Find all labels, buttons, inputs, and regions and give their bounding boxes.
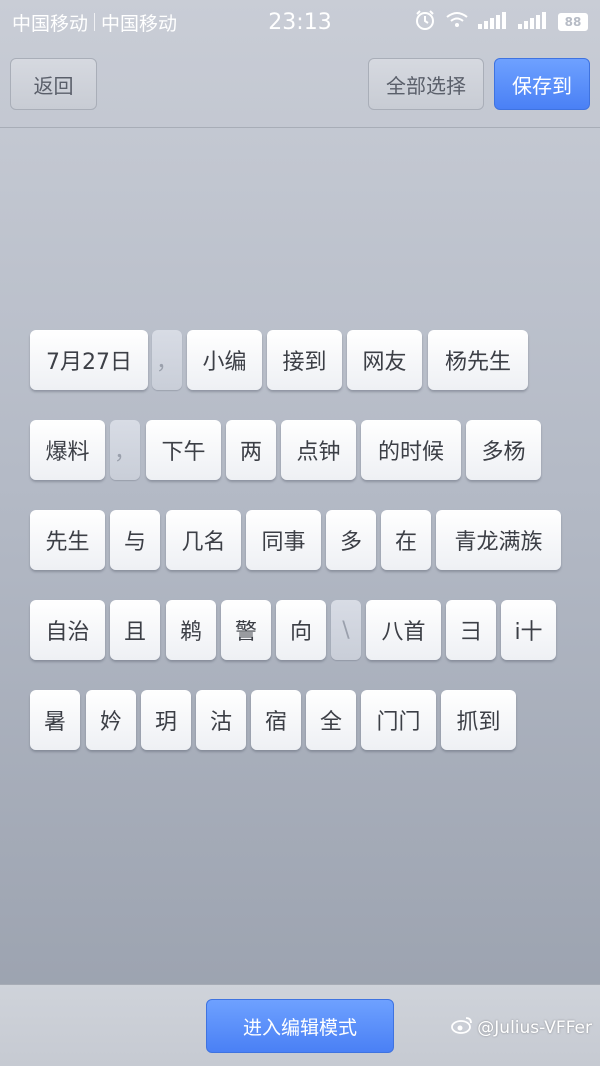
save-to-button[interactable]: 保存到 <box>494 58 590 110</box>
word-token[interactable]: 沽 <box>196 690 246 750</box>
battery-indicator: 88 <box>558 13 588 31</box>
word-token[interactable]: 多 <box>326 510 376 570</box>
wifi-icon <box>446 11 468 34</box>
word-token[interactable]: 几名 <box>166 510 241 570</box>
top-toolbar: 返回 全部选择 保存到 <box>0 44 600 128</box>
word-token[interactable]: ， <box>152 330 182 390</box>
word-token[interactable]: 接到 <box>267 330 342 390</box>
word-token[interactable]: 同事 <box>246 510 321 570</box>
word-token[interactable]: 青龙满族 <box>436 510 561 570</box>
word-token[interactable]: i十 <box>501 600 556 660</box>
word-token[interactable]: 宿 <box>251 690 301 750</box>
word-token[interactable]: 抓到 <box>441 690 516 750</box>
word-token[interactable]: 小编 <box>187 330 262 390</box>
word-token[interactable]: 先生 <box>30 510 105 570</box>
carrier-separator <box>94 13 96 31</box>
word-token[interactable]: ， <box>110 420 140 480</box>
word-token[interactable]: 全 <box>306 690 356 750</box>
word-token[interactable]: 网友 <box>347 330 422 390</box>
signal-icon-2 <box>518 11 548 34</box>
word-token[interactable]: 玥 <box>141 690 191 750</box>
word-token[interactable]: 爆料 <box>30 420 105 480</box>
word-token[interactable]: 暑 <box>30 690 80 750</box>
word-token[interactable]: 鹈 <box>166 600 216 660</box>
watermark-text: @Julius-VFFer <box>477 1017 592 1038</box>
word-token[interactable]: 点钟 <box>281 420 356 480</box>
alarm-icon <box>414 9 436 36</box>
word-token[interactable]: \ <box>331 600 361 660</box>
word-token[interactable]: 在 <box>381 510 431 570</box>
word-token[interactable]: 八首 <box>366 600 441 660</box>
token-area: 7月27日，小编 接到 网友 杨先生 爆料，下午两点钟 的时候 多杨 先生与几名 同事多在青龙满… <box>0 128 600 984</box>
watermark: @Julius-VFFer <box>451 1016 592 1039</box>
edit-mode-button[interactable]: 进入编辑模式 <box>206 999 394 1053</box>
carrier-2: 中国移动 <box>101 12 178 35</box>
word-token[interactable]: 杨先生 <box>428 330 528 390</box>
select-all-button[interactable]: 全部选择 <box>368 58 484 110</box>
word-token[interactable]: 两 <box>226 420 276 480</box>
word-token[interactable]: 警 <box>221 600 271 660</box>
word-token[interactable]: 7月27日 <box>30 330 148 390</box>
weibo-icon <box>451 1016 473 1039</box>
status-bar: 中国移动 中国移动 23:13 88 <box>0 0 600 44</box>
signal-icon-1 <box>478 11 508 34</box>
word-token[interactable]: 下午 <box>146 420 221 480</box>
word-token[interactable]: 彐 <box>446 600 496 660</box>
word-token[interactable]: 且 <box>110 600 160 660</box>
word-token[interactable]: 的时候 <box>361 420 461 480</box>
word-token[interactable]: 自治 <box>30 600 105 660</box>
status-icons: 88 <box>414 9 588 36</box>
word-token[interactable]: 多杨 <box>466 420 541 480</box>
word-token[interactable]: 与 <box>110 510 160 570</box>
word-token[interactable]: 向 <box>276 600 326 660</box>
back-button[interactable]: 返回 <box>10 58 97 110</box>
word-token[interactable]: 门门 <box>361 690 436 750</box>
carrier-info: 中国移动 中国移动 <box>12 9 177 36</box>
word-token[interactable]: 妗 <box>86 690 136 750</box>
carrier-1: 中国移动 <box>12 12 89 35</box>
